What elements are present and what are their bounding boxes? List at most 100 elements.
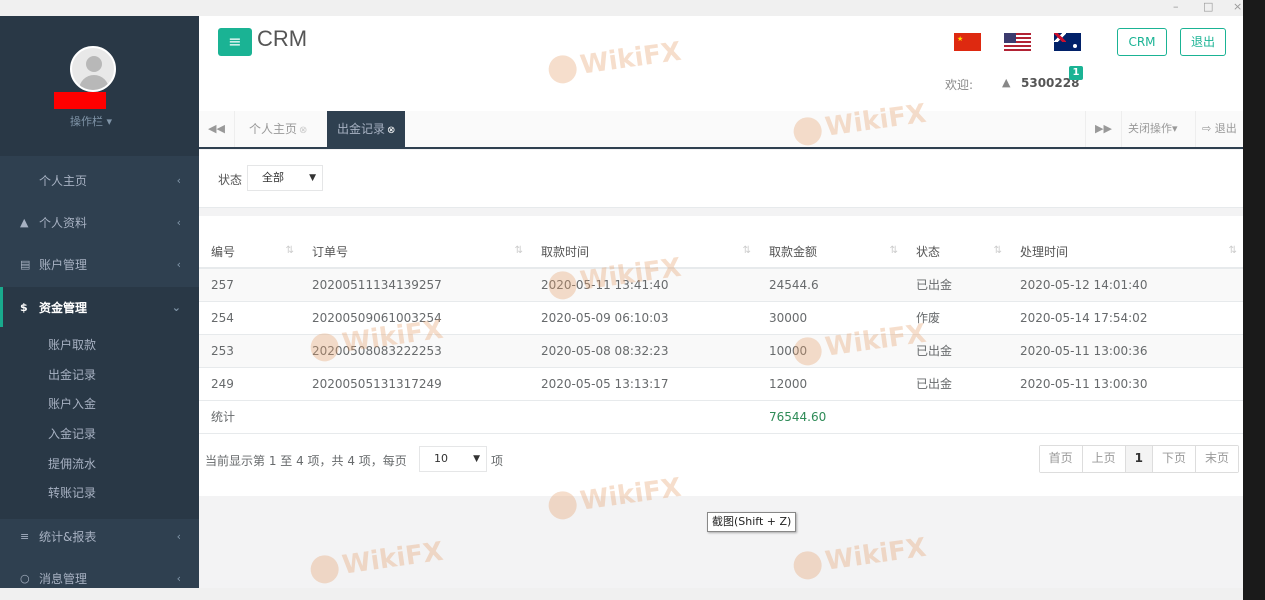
tab-label: 个人主页 <box>249 122 298 136</box>
chevron-left-icon: ‹ <box>176 257 181 271</box>
australia-flag-icon[interactable] <box>1054 33 1081 51</box>
cell-withdraw-time: 2020-05-05 13:13:17 <box>529 367 757 401</box>
card-icon: ▤ <box>20 257 31 271</box>
dropdown-arrow-icon: ▼ <box>473 454 480 464</box>
subnav-deposit[interactable]: 账户入金 <box>48 395 96 412</box>
cell-status: 已出金 <box>904 367 1008 401</box>
chevron-left-icon: ‹ <box>176 529 181 543</box>
chevron-left-icon: ‹ <box>176 215 181 229</box>
table-header-row: 编号 ⇅ 订单号 ⇅ 取款时间 ⇅ 取款金额 ⇅ 状态 ⇅ 处理时间 ⇅ <box>199 236 1243 269</box>
column-header-order[interactable]: 订单号 ⇅ <box>300 236 529 269</box>
maximize-icon[interactable]: □ <box>1203 0 1213 13</box>
column-header-id[interactable]: 编号 ⇅ <box>199 236 300 269</box>
bottom-strip <box>0 588 1243 600</box>
filter-panel: 状态 全部 ▼ <box>199 150 1243 208</box>
tab-withdraw-records[interactable]: 出金记录 ⊗ <box>327 111 406 147</box>
dollar-icon: $ <box>20 300 28 314</box>
menu-toggle-button[interactable]: ≡ <box>218 28 252 56</box>
next-page-button[interactable]: 下页 <box>1152 446 1196 472</box>
cell-process-time: 2020-05-11 13:00:36 <box>1008 334 1243 368</box>
nav-item-messages[interactable]: ○ 消息管理 ‹ <box>0 558 199 588</box>
funds-submenu: 账户取款 出金记录 账户入金 入金记录 提佣流水 转账记录 <box>0 327 199 519</box>
column-header-status[interactable]: 状态 ⇅ <box>904 236 1008 269</box>
china-flag-icon[interactable]: ★ <box>954 33 981 51</box>
nav-label: 个人资料 <box>39 215 88 230</box>
sidebar: 操作栏 ▾ 个人主页 ‹ ▲ 个人资料 ‹ ▤ 账户管理 ‹ $ 资金管理 ⌄ … <box>0 16 199 588</box>
nav-item-home[interactable]: 个人主页 ‹ <box>0 160 199 200</box>
nav-item-reports[interactable]: ≡ 统计&报表 ‹ <box>0 516 199 556</box>
logout-button[interactable]: 退出 <box>1180 28 1226 56</box>
prev-page-button[interactable]: 上页 <box>1082 446 1126 472</box>
close-operations-dropdown[interactable]: 关闭操作▾ <box>1121 111 1184 147</box>
nav-item-funds[interactable]: $ 资金管理 ⌄ <box>0 287 199 327</box>
sort-icon[interactable]: ⇅ <box>286 245 294 256</box>
cell-id: 257 <box>199 268 300 302</box>
sort-icon[interactable]: ⇅ <box>994 245 1002 256</box>
dropdown-arrow-icon: ▼ <box>309 173 316 183</box>
operation-bar-dropdown[interactable]: 操作栏 ▾ <box>70 113 112 129</box>
total-row: 统计 76544.60 <box>199 400 1243 434</box>
close-icon[interactable]: × <box>1233 0 1242 13</box>
table-row[interactable]: 257 20200511134139257 2020-05-11 13:41:4… <box>199 268 1243 302</box>
window-edge <box>1243 0 1265 600</box>
column-header-amount[interactable]: 取款金额 ⇅ <box>757 236 904 269</box>
total-label: 统计 <box>199 400 300 434</box>
cell-order: 20200511134139257 <box>300 268 529 302</box>
nav-item-profile[interactable]: ▲ 个人资料 ‹ <box>0 202 199 242</box>
status-filter-label: 状态 <box>218 173 243 187</box>
cell-id: 253 <box>199 334 300 368</box>
screenshot-tooltip: 截图(Shift + Z) <box>707 512 797 532</box>
page-1-button[interactable]: 1 <box>1125 446 1153 472</box>
pagination-suffix: 项 <box>491 454 504 468</box>
chevron-left-icon: ‹ <box>176 571 181 585</box>
sort-icon[interactable]: ⇅ <box>515 245 523 256</box>
last-page-button[interactable]: 末页 <box>1195 446 1238 472</box>
top-header: ≡ CRM ★ CRM 退出 欢迎: ▲ 5300228 1 <box>199 16 1243 112</box>
tab-prev-icon[interactable]: ◀◀ <box>199 111 235 147</box>
cell-process-time: 2020-05-14 17:54:02 <box>1008 301 1243 335</box>
column-header-process-time[interactable]: 处理时间 ⇅ <box>1008 236 1243 269</box>
close-tab-icon[interactable]: ⊗ <box>387 125 395 136</box>
tab-next-icon[interactable]: ▶▶ <box>1085 111 1121 147</box>
sort-icon[interactable]: ⇅ <box>890 245 898 256</box>
total-amount: 76544.60 <box>757 400 904 434</box>
subnav-withdraw[interactable]: 账户取款 <box>48 336 96 353</box>
watermark: WikiFX <box>308 537 445 585</box>
window-title-bar: – □ × <box>0 0 1265 16</box>
first-page-button[interactable]: 首页 <box>1039 446 1083 472</box>
nav-label: 个人主页 <box>39 173 88 188</box>
close-tab-icon[interactable]: ⊗ <box>299 125 307 136</box>
pagination-info: 当前显示第 1 至 4 项，共 4 项，每页 <box>205 454 407 468</box>
status-filter-select[interactable]: 全部 ▼ <box>247 165 323 191</box>
subnav-commission[interactable]: 提佣流水 <box>48 455 96 472</box>
subnav-transfer-records[interactable]: 转账记录 <box>48 484 96 501</box>
cell-status: 已出金 <box>904 268 1008 302</box>
user-icon: ▲ <box>1002 76 1011 89</box>
cell-amount: 12000 <box>757 367 904 401</box>
table-row[interactable]: 249 20200505131317249 2020-05-05 13:13:1… <box>199 367 1243 401</box>
sort-icon[interactable]: ⇅ <box>743 245 751 256</box>
nav-label: 消息管理 <box>39 571 88 586</box>
cell-id: 254 <box>199 301 300 335</box>
nav-label: 资金管理 <box>39 300 88 315</box>
avatar[interactable] <box>70 46 116 92</box>
minimize-icon[interactable]: – <box>1173 0 1179 13</box>
usa-flag-icon[interactable] <box>1004 33 1031 51</box>
tab-bar: ◀◀ 个人主页 ⊗ 出金记录 ⊗ ▶▶ 关闭操作▾ ⇨ 退出 <box>199 111 1243 149</box>
pagination: 首页 上页 1 下页 末页 <box>1038 445 1239 473</box>
user-icon: ▲ <box>20 215 29 229</box>
nav-item-accounts[interactable]: ▤ 账户管理 ‹ <box>0 244 199 284</box>
crm-button[interactable]: CRM <box>1117 28 1167 56</box>
page-size-select[interactable]: 10 ▼ <box>419 446 487 472</box>
tab-exit-button[interactable]: ⇨ 退出 <box>1195 111 1243 147</box>
tab-home[interactable]: 个人主页 ⊗ <box>239 111 317 147</box>
page-size-value: 10 <box>434 452 448 465</box>
redacted-username <box>54 92 106 109</box>
welcome-label: 欢迎: <box>945 78 974 92</box>
notification-badge: 1 <box>1069 66 1083 80</box>
subnav-deposit-records[interactable]: 入金记录 <box>48 425 96 442</box>
cell-withdraw-time: 2020-05-08 08:32:23 <box>529 334 757 368</box>
subnav-withdraw-records[interactable]: 出金记录 <box>48 366 96 383</box>
chat-icon: ○ <box>20 571 30 585</box>
sort-icon[interactable]: ⇅ <box>1229 245 1237 256</box>
